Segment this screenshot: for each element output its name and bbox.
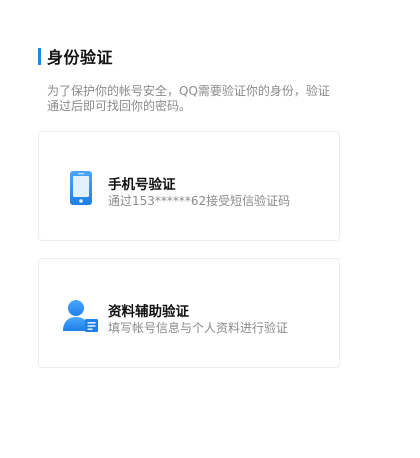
description-line-1: 为了保护你的帐号安全，QQ需要验证你的身份，验证 (47, 84, 330, 98)
option-subtitle: 填写帐号信息与个人资料进行验证 (108, 321, 289, 335)
option-title: 资料辅助验证 (108, 304, 189, 320)
page-title: 身份验证 (47, 48, 114, 67)
option-title: 手机号验证 (108, 177, 176, 193)
profile-verification-option[interactable]: 资料辅助验证 填写帐号信息与个人资料进行验证 (38, 258, 340, 368)
title-accent-bar (38, 47, 41, 65)
identity-verification-page: 身份验证 为了保护你的帐号安全，QQ需要验证你的身份，验证 通过后即可找回你的密… (0, 0, 420, 458)
user-profile-icon (61, 295, 101, 335)
option-subtitle: 通过153******62接受短信验证码 (108, 194, 291, 208)
phone-verification-option[interactable]: 手机号验证 通过153******62接受短信验证码 (38, 131, 340, 241)
mobile-phone-icon (61, 168, 101, 208)
page-header: 身份验证 (38, 45, 113, 67)
page-description: 为了保护你的帐号安全，QQ需要验证你的身份，验证 通过后即可找回你的密码。 (47, 84, 347, 114)
description-line-2: 通过后即可找回你的密码。 (47, 99, 192, 113)
